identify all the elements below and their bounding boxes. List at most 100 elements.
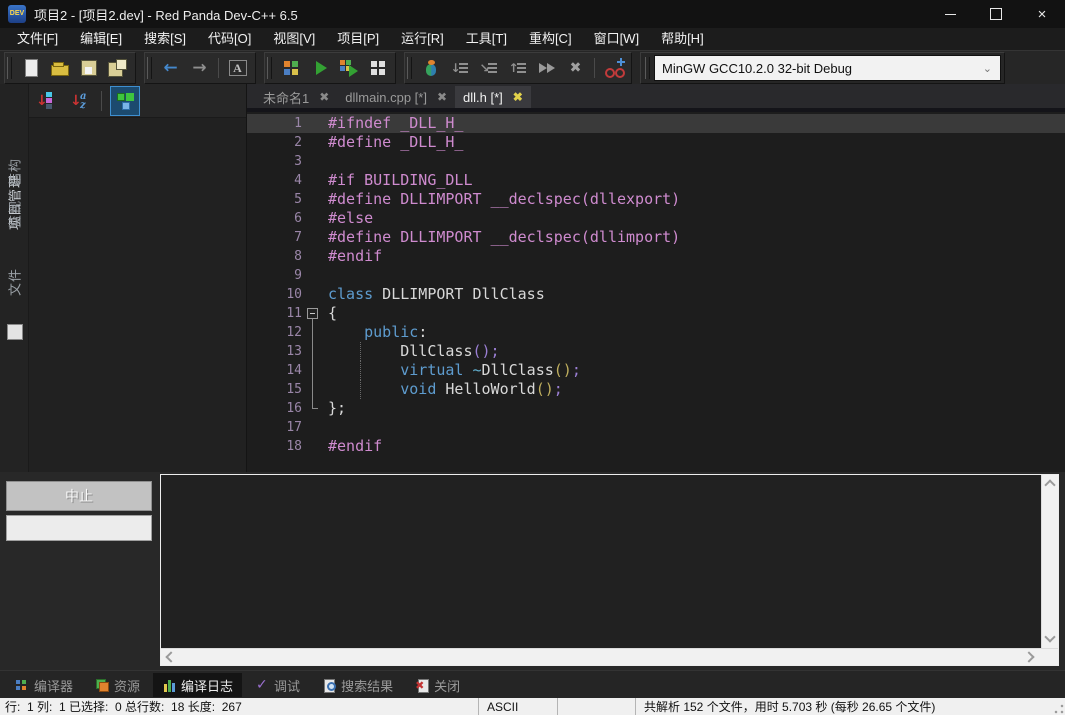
sidebar-tab-2[interactable]: 结构 [5, 158, 24, 186]
code-line[interactable]: 2#define _DLL_H_ [247, 133, 1065, 152]
new-file-icon [19, 56, 43, 80]
code-line[interactable]: 5#define DLLIMPORT __declspec(dllexport) [247, 190, 1065, 209]
scroll-up-icon[interactable] [1046, 481, 1055, 490]
close-icon[interactable] [437, 90, 447, 104]
stop-button[interactable] [561, 55, 590, 82]
fold-gutter [306, 171, 322, 190]
class-view-button[interactable] [110, 86, 140, 116]
horizontal-scrollbar[interactable] [161, 648, 1058, 665]
code-line[interactable]: 13 DllClass(); [247, 342, 1065, 361]
code-editor[interactable]: 1#ifndef _DLL_H_2#define _DLL_H_34#if BU… [247, 112, 1065, 472]
abort-button[interactable]: 中止 [6, 481, 152, 511]
scroll-right-icon[interactable] [1025, 653, 1034, 662]
status-parse-info: 共解析 152 个文件，用时 5.703 秒 (每秒 26.65 个文件) [636, 698, 1065, 715]
fold-marker-icon [306, 323, 322, 342]
compiler-set-dropdown[interactable]: MinGW GCC10.2.0 32-bit Debug ⌄ [654, 55, 1001, 81]
code-line[interactable]: 6#else [247, 209, 1065, 228]
bottom-tab-search-results[interactable]: 搜索结果 [313, 673, 402, 697]
forward-button[interactable] [185, 55, 214, 82]
menu-item[interactable]: 工具[T] [455, 28, 518, 50]
compile-log-content[interactable] [161, 475, 1041, 648]
code-line[interactable]: 18#endif [247, 437, 1065, 456]
menu-item[interactable]: 代码[O] [197, 28, 262, 50]
toolbar-group [4, 52, 136, 84]
editor-tab[interactable]: dllmain.cpp [*] [337, 86, 455, 108]
close-icon[interactable] [513, 90, 523, 104]
editor-tab[interactable]: dll.h [*] [455, 86, 531, 108]
code-line[interactable]: 12 public: [247, 323, 1065, 342]
toolbar-gripper [7, 57, 12, 79]
new-file-button[interactable] [16, 55, 45, 82]
code-text: #define DLLIMPORT __declspec(dllexport) [322, 190, 680, 209]
code-line[interactable]: 10class DLLIMPORT DllClass [247, 285, 1065, 304]
maximize-icon[interactable] [973, 0, 1019, 28]
bottom-tab-debug[interactable]: 调试 [246, 673, 309, 697]
code-text: #define DLLIMPORT __declspec(dllimport) [322, 228, 680, 247]
code-line[interactable]: 14 virtual ~DllClass(); [247, 361, 1065, 380]
code-line[interactable]: 11{ [247, 304, 1065, 323]
save-button[interactable] [74, 55, 103, 82]
run-icon [308, 56, 332, 80]
menu-item[interactable]: 视图[V] [262, 28, 326, 50]
code-line[interactable]: 9 [247, 266, 1065, 285]
menu-item[interactable]: 搜索[S] [133, 28, 197, 50]
open-file-button[interactable] [45, 55, 74, 82]
code-line[interactable]: 8#endif [247, 247, 1065, 266]
code-line[interactable]: 17 [247, 418, 1065, 437]
bottom-tab-label: 调试 [274, 676, 300, 695]
line-number: 6 [247, 209, 306, 228]
scroll-left-icon[interactable] [167, 653, 176, 662]
fold-marker-icon [306, 342, 322, 361]
bottom-tab-compile-log[interactable]: 编译日志 [153, 673, 242, 697]
vertical-scrollbar[interactable] [1041, 475, 1058, 648]
debug-icon [419, 56, 443, 80]
menu-item[interactable]: 帮助[H] [650, 28, 715, 50]
rebuild-button[interactable] [363, 55, 392, 82]
sort-alphabetically-button[interactable] [65, 87, 93, 115]
toolbar-separator [101, 91, 102, 111]
line-number: 8 [247, 247, 306, 266]
sort-by-type-button[interactable] [31, 87, 59, 115]
step-into-button[interactable] [474, 55, 503, 82]
menu-item[interactable]: 项目[P] [326, 28, 390, 50]
code-line[interactable]: 16}; [247, 399, 1065, 418]
menu-item[interactable]: 运行[R] [390, 28, 455, 50]
bottom-tab-close[interactable]: 关闭 [406, 673, 469, 697]
compile-button[interactable] [276, 55, 305, 82]
add-watch-button[interactable] [599, 55, 628, 82]
step-over-button[interactable] [445, 55, 474, 82]
resize-grip[interactable] [1054, 704, 1064, 714]
menu-item[interactable]: 文件[F] [6, 28, 69, 50]
code-line[interactable]: 3 [247, 152, 1065, 171]
run-button[interactable] [305, 55, 334, 82]
save-all-button[interactable] [103, 55, 132, 82]
scroll-down-icon[interactable] [1046, 633, 1055, 642]
fold-marker-icon [306, 399, 322, 418]
code-line[interactable]: 4#if BUILDING_DLL [247, 171, 1065, 190]
code-line[interactable]: 15 void HelloWorld(); [247, 380, 1065, 399]
code-text: #ifndef _DLL_H_ [322, 114, 463, 133]
sidebar-tab-4[interactable]: 文件 [5, 268, 24, 296]
bottom-tab-compiler[interactable]: 编译器 [6, 673, 82, 697]
step-out-button[interactable] [503, 55, 532, 82]
save-all-icon [106, 56, 130, 80]
back-button[interactable] [156, 55, 185, 82]
menu-item[interactable]: 重构[C] [518, 28, 583, 50]
compile-and-run-button[interactable] [334, 55, 363, 82]
menu-item[interactable]: 窗口[W] [583, 28, 651, 50]
close-icon[interactable] [319, 90, 329, 104]
debug-button[interactable] [416, 55, 445, 82]
code-line[interactable]: 7#define DLLIMPORT __declspec(dllimport) [247, 228, 1065, 247]
editor-tab[interactable]: 未命名1 [255, 86, 337, 108]
menu-item[interactable]: 编辑[E] [69, 28, 133, 50]
find-in-files-button[interactable] [223, 55, 252, 82]
code-line[interactable]: 1#ifndef _DLL_H_ [247, 114, 1065, 133]
bottom-tab-resource[interactable]: 资源 [86, 673, 149, 697]
sidebar-tab-3[interactable]: 监视 [5, 200, 24, 228]
minimize-icon[interactable] [927, 0, 973, 28]
continue-button[interactable] [532, 55, 561, 82]
close-icon[interactable]: × [1019, 0, 1065, 28]
project-panel-body[interactable] [29, 118, 246, 472]
compiler-set-group: MinGW GCC10.2.0 32-bit Debug ⌄ [640, 52, 1005, 84]
class-view-icon [113, 89, 137, 113]
